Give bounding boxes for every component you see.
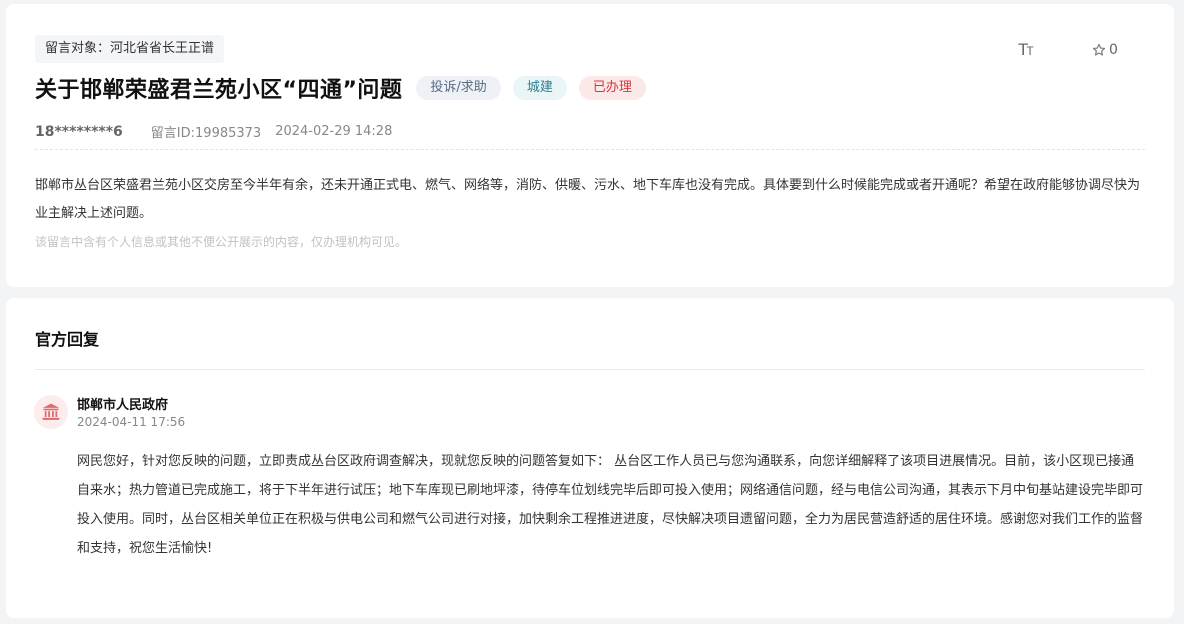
favorite-button[interactable]: 0 [1092, 42, 1118, 58]
divider [35, 149, 1145, 150]
message-id: 留言ID:19985373 [150, 126, 262, 141]
category-badge: 投诉/求助 [416, 76, 501, 100]
font-size-icon[interactable]: TT [1018, 40, 1034, 60]
message-content: 邯郸市丛台区荣盛君兰苑小区交房至今半年有余，还未开通正式电、燃气、网络等，消防、… [35, 178, 1141, 221]
message-date: 2024-02-29 14:28 [275, 124, 393, 139]
avatar [34, 395, 68, 429]
divider [35, 369, 1145, 370]
page-title: 关于邯郸荣盛君兰苑小区“四通”问题 [35, 78, 403, 103]
reply-header: 官方回复 [35, 330, 100, 349]
privacy-note: 该留言中含有个人信息或其他不便公开展示的内容，仅办理机构可见。 [35, 235, 408, 249]
status-badge: 已办理 [578, 76, 646, 100]
favorite-count: 0 [1109, 42, 1118, 58]
reply-org-name: 邯郸市人民政府 [77, 398, 169, 413]
department-badge: 城建 [512, 76, 567, 100]
reply-card: 官方回复 邯郸市人民政府 2024-04-11 17:56 网民您好，针对您反映… [6, 298, 1174, 618]
message-meta: 18********6 留言ID:19985373 2024-02-29 14:… [35, 122, 393, 142]
title-row: 关于邯郸荣盛君兰苑小区“四通”问题 投诉/求助 城建 已办理 [35, 72, 646, 104]
message-user: 18********6 [35, 123, 123, 140]
reply-time: 2024-04-11 17:56 [77, 415, 186, 429]
message-card: 留言对象：河北省省长王正谱 TT 0 关于邯郸荣盛君兰苑小区“四通”问题 投诉/… [6, 4, 1174, 287]
government-building-icon [42, 403, 60, 420]
reply-content: 网民您好，针对您反映的问题，立即责成丛台区政府调查解决，现就您反映的问题答复如下… [77, 454, 1144, 556]
star-icon [1092, 43, 1106, 56]
message-target-tag: 留言对象：河北省省长王正谱 [35, 35, 225, 63]
